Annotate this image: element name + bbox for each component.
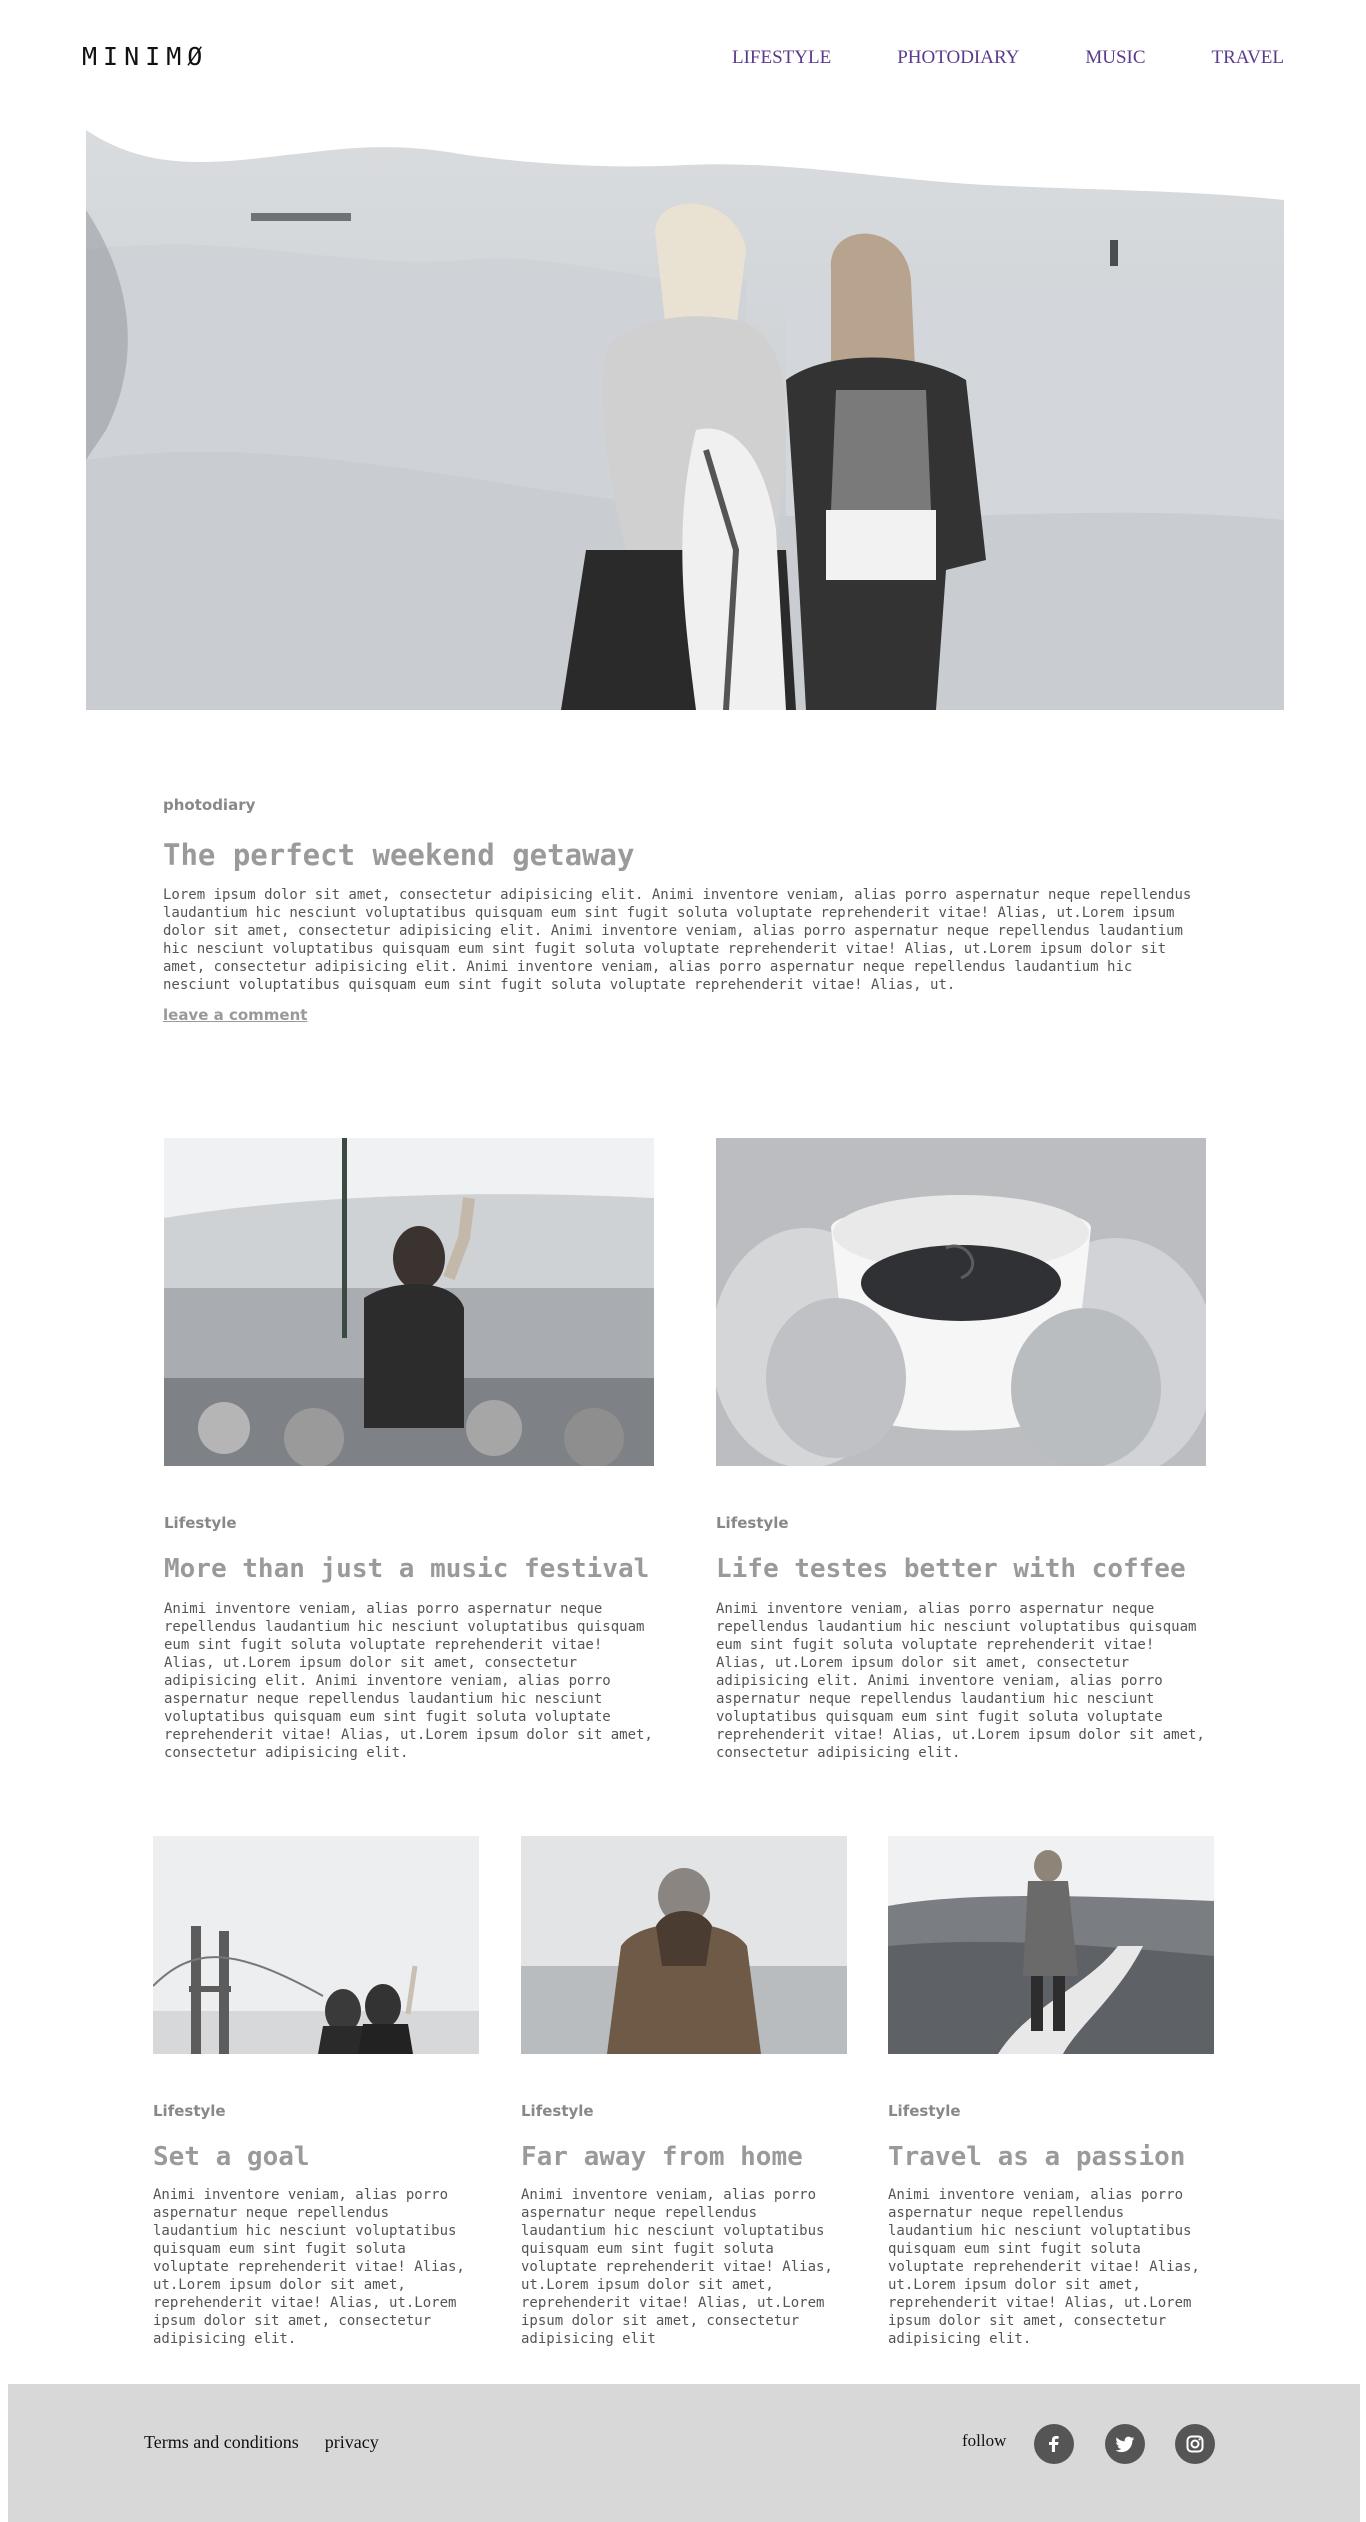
post-image[interactable] [521,1836,847,2054]
post-image[interactable] [888,1836,1214,2054]
post-category[interactable]: Lifestyle [164,1514,654,1532]
post-category[interactable]: Lifestyle [521,2102,847,2120]
post-card: Lifestyle Far away from home Animi inven… [521,1836,847,2348]
post-body: Lorem ipsum dolor sit amet, consectetur … [163,887,1192,993]
site-footer: Terms and conditions privacy follow [8,2384,1360,2522]
post-card: Lifestyle Set a goal Animi inventore ven… [153,1836,479,2348]
post-title[interactable]: The perfect weekend getaway [163,838,1203,872]
post-category[interactable]: Lifestyle [888,2102,1214,2120]
post-body: Animi inventore veniam, alias porro aspe… [164,1601,653,1761]
post-title[interactable]: More than just a music festival [164,1554,654,1584]
post-title[interactable]: Life testes better with coffee [716,1554,1206,1584]
post-body: Animi inventore veniam, alias porro aspe… [888,2187,1200,2347]
post-title[interactable]: Far away from home [521,2142,847,2172]
nav-item-travel[interactable]: TRAVEL [1212,47,1284,69]
terms-link[interactable]: Terms and conditions [144,2432,299,2453]
facebook-icon[interactable] [1034,2424,1074,2464]
post-category[interactable]: Lifestyle [153,2102,479,2120]
leave-comment-link[interactable]: leave a comment [163,1006,307,1024]
main-nav: LIFESTYLE PHOTODIARY MUSIC TRAVEL [732,47,1284,69]
post-title[interactable]: Travel as a passion [888,2142,1214,2172]
post-card: Lifestyle More than just a music festiva… [164,1138,654,1762]
nav-item-photodiary[interactable]: PHOTODIARY [897,47,1019,69]
post-body: Animi inventore veniam, alias porro aspe… [521,2187,833,2347]
nav-item-music[interactable]: MUSIC [1085,47,1145,69]
site-logo[interactable]: MINIMØ [82,42,208,71]
post-card: Lifestyle Life testes better with coffee… [716,1138,1206,1762]
twitter-icon[interactable] [1105,2424,1145,2464]
footer-links: Terms and conditions privacy [144,2432,379,2453]
follow-label: follow [962,2431,1007,2450]
post-image[interactable] [164,1138,654,1466]
post-image[interactable] [716,1138,1206,1466]
nav-item-lifestyle[interactable]: LIFESTYLE [732,47,831,69]
site-header: MINIMØ LIFESTYLE PHOTODIARY MUSIC TRAVEL [0,0,1366,110]
post-title[interactable]: Set a goal [153,2142,479,2172]
post-card: Lifestyle Travel as a passion Animi inve… [888,1836,1214,2348]
post-image[interactable] [153,1836,479,2054]
post-body: Animi inventore veniam, alias porro aspe… [716,1601,1205,1761]
instagram-icon[interactable] [1175,2424,1215,2464]
featured-post: photodiary The perfect weekend getaway L… [163,796,1203,1024]
post-body: Animi inventore veniam, alias porro aspe… [153,2187,465,2347]
hero-image [86,130,1284,710]
privacy-link[interactable]: privacy [325,2432,379,2453]
post-category[interactable]: Lifestyle [716,1514,1206,1532]
post-category[interactable]: photodiary [163,796,1203,814]
